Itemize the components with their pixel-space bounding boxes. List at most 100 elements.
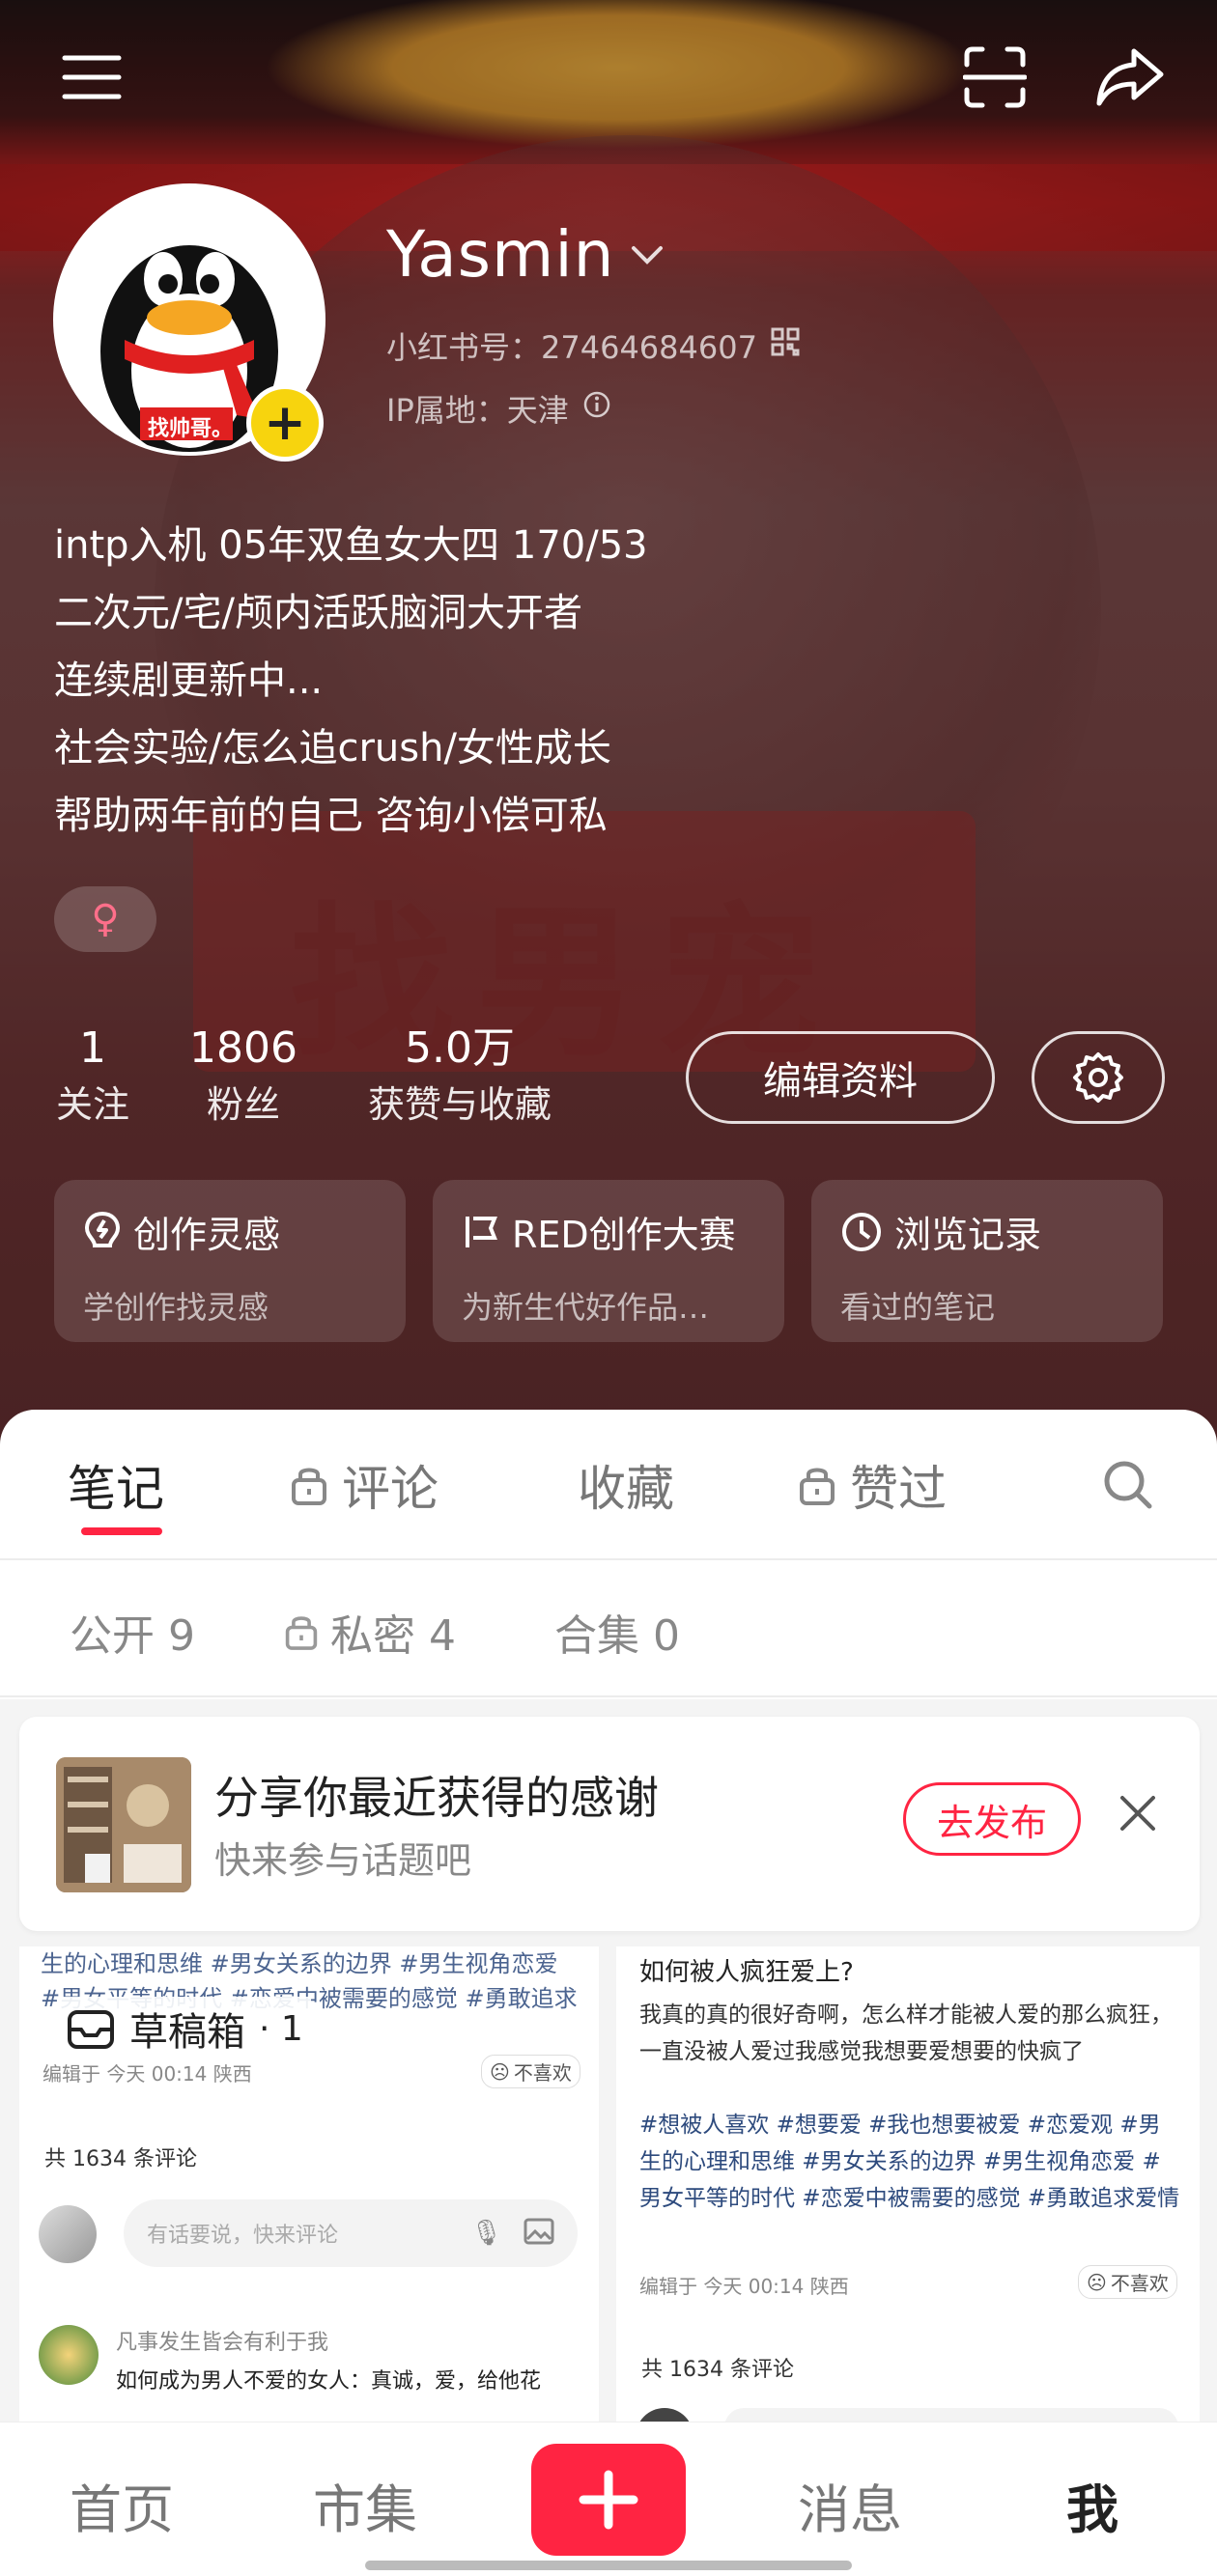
stat-likes-label: 获赞与收藏 <box>367 1083 552 1126</box>
bio-line: intp入机 05年双鱼女大四 170/53 <box>54 523 648 568</box>
nav-home[interactable]: 首页 <box>70 2467 174 2543</box>
stat-likes[interactable]: 5.0万 获赞与收藏 <box>354 1022 566 1134</box>
note-body: 我真的真的很好奇啊，怎么样才能被人爱的那么疯狂，一直没被人爱过我感觉我想要爱想要… <box>639 2002 1173 2064</box>
chevron-down-icon[interactable] <box>628 237 666 275</box>
card-title: RED创作大赛 <box>512 1214 736 1256</box>
scan-icon[interactable] <box>947 29 1043 126</box>
add-post-button[interactable] <box>531 2444 686 2556</box>
share-icon[interactable] <box>1082 29 1178 126</box>
drafts-badge[interactable]: 草稿箱 · 1 <box>58 1997 311 2060</box>
dislike-button[interactable]: ☹ 不喜欢 <box>481 2055 580 2088</box>
note-meta: 编辑于 今天 00:14 陕西 <box>42 2062 252 2086</box>
edit-profile-button[interactable]: 编辑资料 <box>686 1031 995 1124</box>
clock-icon <box>842 1212 881 1251</box>
note-hashtags: #想被人喜欢 #想要爱 #我也想要被爱 #恋爱观 #男生的心理和思维 #男女关系… <box>639 2113 1180 2211</box>
drafts-box-icon <box>68 2010 114 2049</box>
home-indicator <box>365 2561 852 2570</box>
lock-icon <box>292 1468 326 1505</box>
bio-line: 连续剧更新中... <box>54 658 324 703</box>
settings-button[interactable] <box>1032 1031 1165 1124</box>
stat-followers-label: 粉丝 <box>206 1083 280 1126</box>
tab-collections[interactable]: 收藏 <box>578 1450 674 1520</box>
card-subtitle: 学创作找灵感 <box>83 1289 269 1326</box>
info-icon[interactable] <box>582 390 611 427</box>
lock-icon <box>800 1468 835 1505</box>
gender-badge: ♀ <box>54 886 156 952</box>
note-title: 如何被人疯狂爱上? <box>639 1958 854 1987</box>
stat-likes-count: 5.0万 <box>405 1023 515 1073</box>
nav-me[interactable]: 我 <box>1066 2467 1118 2543</box>
microphone-icon[interactable]: 🎙 <box>470 2219 502 2248</box>
female-icon: ♀ <box>91 897 120 941</box>
promo-thumbnail <box>56 1757 191 1892</box>
comment-text: 如何成为男人不爱的女人：真诚，爱，给他花 <box>116 2369 542 2394</box>
comment-count: 共 1634 条评论 <box>44 2147 197 2171</box>
card-history[interactable]: 浏览记录 看过的笔记 <box>811 1180 1163 1342</box>
commenter-avatar <box>39 2325 99 2385</box>
comment-count: 共 1634 条评论 <box>641 2358 794 2382</box>
bio-line: 帮助两年前的自己 咨询小偿可私 <box>54 794 608 838</box>
search-button[interactable] <box>1101 1458 1155 1512</box>
tab-bar: 笔记 评论 收藏 赞过 <box>0 1410 1217 1560</box>
tab-comments[interactable]: 评论 <box>290 1450 439 1520</box>
flag-icon <box>466 1216 497 1247</box>
card-inspiration[interactable]: 创作灵感 学创作找灵感 <box>54 1180 406 1342</box>
bio-line: 二次元/宅/颅内活跃脑洞大开者 <box>54 591 582 635</box>
close-icon[interactable] <box>1117 1792 1175 1850</box>
user-id-text: 小红书号：27464684607 <box>386 329 757 366</box>
user-id-line[interactable]: 小红书号：27464684607 <box>386 323 800 368</box>
comment-input[interactable]: 有话要说，快来评论 🎙 <box>124 2199 578 2267</box>
qr-code-icon[interactable] <box>771 327 800 364</box>
dislike-icon: ☹ <box>490 2059 510 2084</box>
menu-icon[interactable] <box>48 39 135 116</box>
nav-market[interactable]: 市集 <box>313 2467 417 2543</box>
dislike-button[interactable]: ☹ 不喜欢 <box>1078 2265 1177 2299</box>
image-icon[interactable] <box>524 2218 554 2249</box>
dislike-icon: ☹ <box>1087 2270 1107 2294</box>
comment-avatar <box>39 2205 97 2263</box>
note-meta: 编辑于 今天 00:14 陕西 <box>639 2275 849 2298</box>
bio-line: 社会实验/怎么追crush/女性成长 <box>54 726 611 770</box>
subtab-public[interactable]: 公开 9 <box>70 1601 195 1663</box>
active-tab-indicator <box>81 1527 162 1535</box>
nav-messages[interactable]: 消息 <box>798 2467 902 2543</box>
stat-followers-count: 1806 <box>189 1023 297 1073</box>
avatar-caption: 找帅哥。 <box>148 417 234 441</box>
tab-notes[interactable]: 笔记 <box>68 1450 164 1520</box>
stat-following[interactable]: 1 关注 <box>54 1022 131 1134</box>
bio: intp入机 05年双鱼女大四 170/53 二次元/宅/颅内活跃脑洞大开者 连… <box>54 512 923 850</box>
subtab-private[interactable]: 私密 4 <box>284 1601 456 1663</box>
gear-icon <box>1073 1052 1123 1103</box>
note-card[interactable]: 如何被人疯狂爱上? 我真的真的很好奇啊，怎么样才能被人爱的那么疯狂，一直没被人爱… <box>616 1946 1200 2422</box>
username[interactable]: Yasmin <box>386 217 615 292</box>
card-subtitle: 看过的笔记 <box>840 1289 996 1326</box>
bulb-icon <box>84 1211 121 1247</box>
subtab-collections[interactable]: 合集 0 <box>554 1601 680 1663</box>
drafts-count: · 1 <box>259 2008 303 2049</box>
lock-icon <box>285 1616 318 1650</box>
card-subtitle: 为新生代好作品… <box>462 1289 710 1326</box>
stat-following-count: 1 <box>79 1023 106 1073</box>
comment-input[interactable] <box>724 2408 1178 2422</box>
bottom-nav: 首页 市集 消息 我 <box>0 2422 1217 2576</box>
search-icon <box>1104 1461 1152 1509</box>
ip-location-line: IP属地：天津 <box>386 386 611 431</box>
add-avatar-button[interactable]: + <box>246 384 324 462</box>
drafts-label: 草稿箱 <box>129 2010 245 2055</box>
card-red-contest[interactable]: RED创作大赛 为新生代好作品… <box>433 1180 784 1342</box>
draft-note-card[interactable]: 生的心理和思维 #男女关系的边界 #男生视角恋爱 #男女平等的时代 #恋爱中被需… <box>19 1946 599 2422</box>
publish-button[interactable]: 去发布 <box>903 1782 1081 1856</box>
stat-following-label: 关注 <box>55 1083 129 1126</box>
promo-title: 分享你最近获得的感谢 <box>214 1772 659 1824</box>
card-title: 创作灵感 <box>133 1214 281 1256</box>
stat-followers[interactable]: 1806 粉丝 <box>184 1022 303 1134</box>
tab-liked[interactable]: 赞过 <box>798 1450 947 1520</box>
promo-subtitle: 快来参与话题吧 <box>214 1839 472 1882</box>
comment-avatar <box>636 2408 693 2422</box>
commenter-name: 凡事发生皆会有利于我 <box>116 2331 329 2355</box>
card-title: 浏览记录 <box>894 1214 1042 1256</box>
subtab-bar: 公开 9 私密 4 合集 0 <box>0 1562 1217 1697</box>
topic-promo-card[interactable]: 分享你最近获得的感谢 快来参与话题吧 去发布 <box>19 1717 1200 1931</box>
ip-location-text: IP属地：天津 <box>386 392 569 429</box>
plus-icon <box>579 2470 638 2530</box>
